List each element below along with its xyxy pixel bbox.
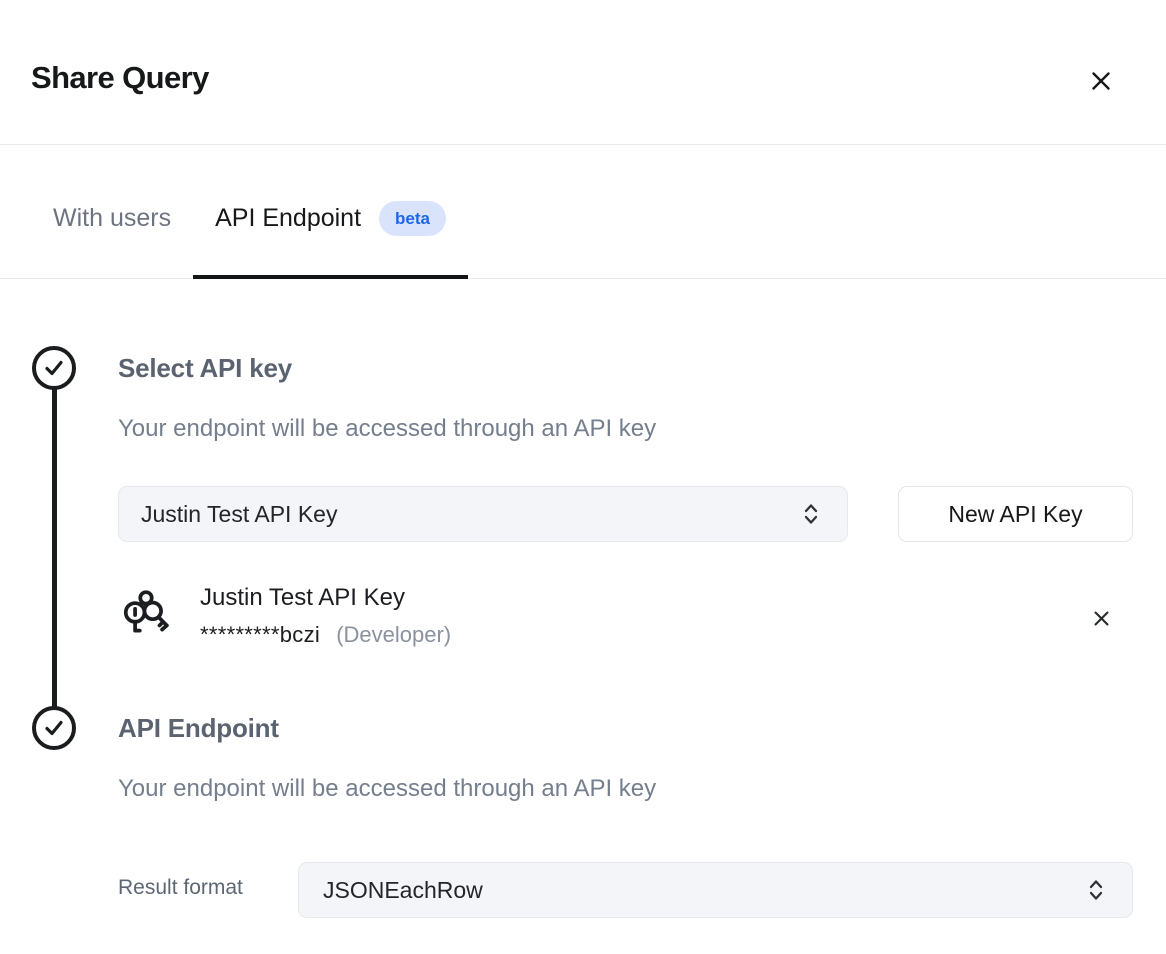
section-description: Your endpoint will be accessed through a…	[118, 773, 656, 805]
api-key-select[interactable]: Justin Test API Key	[118, 486, 848, 542]
api-key-select-value: Justin Test API Key	[141, 501, 337, 528]
keys-icon	[119, 586, 173, 642]
page-title: Share Query	[31, 58, 209, 98]
remove-key-button[interactable]	[1088, 605, 1114, 631]
new-api-key-button[interactable]: New API Key	[898, 486, 1133, 542]
stepper-connector-line	[52, 388, 57, 708]
key-masked-secret: *********bczi	[200, 622, 320, 647]
close-icon	[1089, 69, 1113, 93]
result-format-value: JSONEachRow	[323, 877, 483, 904]
tab-api-endpoint[interactable]: API Endpoint beta	[193, 159, 468, 278]
result-format-label: Result format	[118, 874, 243, 902]
chevrons-up-down-icon	[1084, 875, 1108, 905]
result-format-select[interactable]: JSONEachRow	[298, 862, 1133, 918]
share-query-modal: Share Query With users API Endpoint beta	[0, 0, 1166, 954]
section-description: Your endpoint will be accessed through a…	[118, 413, 656, 445]
tab-label: API Endpoint	[215, 204, 361, 233]
key-secret-line: *********bczi (Developer)	[200, 621, 451, 649]
beta-badge: beta	[379, 201, 446, 236]
x-icon	[1092, 609, 1111, 628]
key-name: Justin Test API Key	[200, 583, 405, 613]
section-title-api-endpoint: API Endpoint	[118, 710, 279, 746]
tab-label: With users	[53, 204, 171, 233]
chevrons-up-down-icon	[799, 499, 823, 529]
tab-bar: With users API Endpoint beta	[0, 145, 1166, 279]
step2-indicator	[32, 706, 76, 750]
key-role: (Developer)	[336, 622, 451, 647]
tab-with-users[interactable]: With users	[31, 159, 193, 278]
section-title-select-api-key: Select API key	[118, 350, 292, 386]
close-button[interactable]	[1086, 66, 1116, 96]
modal-header: Share Query	[0, 0, 1166, 145]
new-api-key-button-label: New API Key	[948, 501, 1082, 528]
step1-indicator	[32, 346, 76, 390]
check-icon	[41, 355, 67, 381]
check-icon	[41, 715, 67, 741]
